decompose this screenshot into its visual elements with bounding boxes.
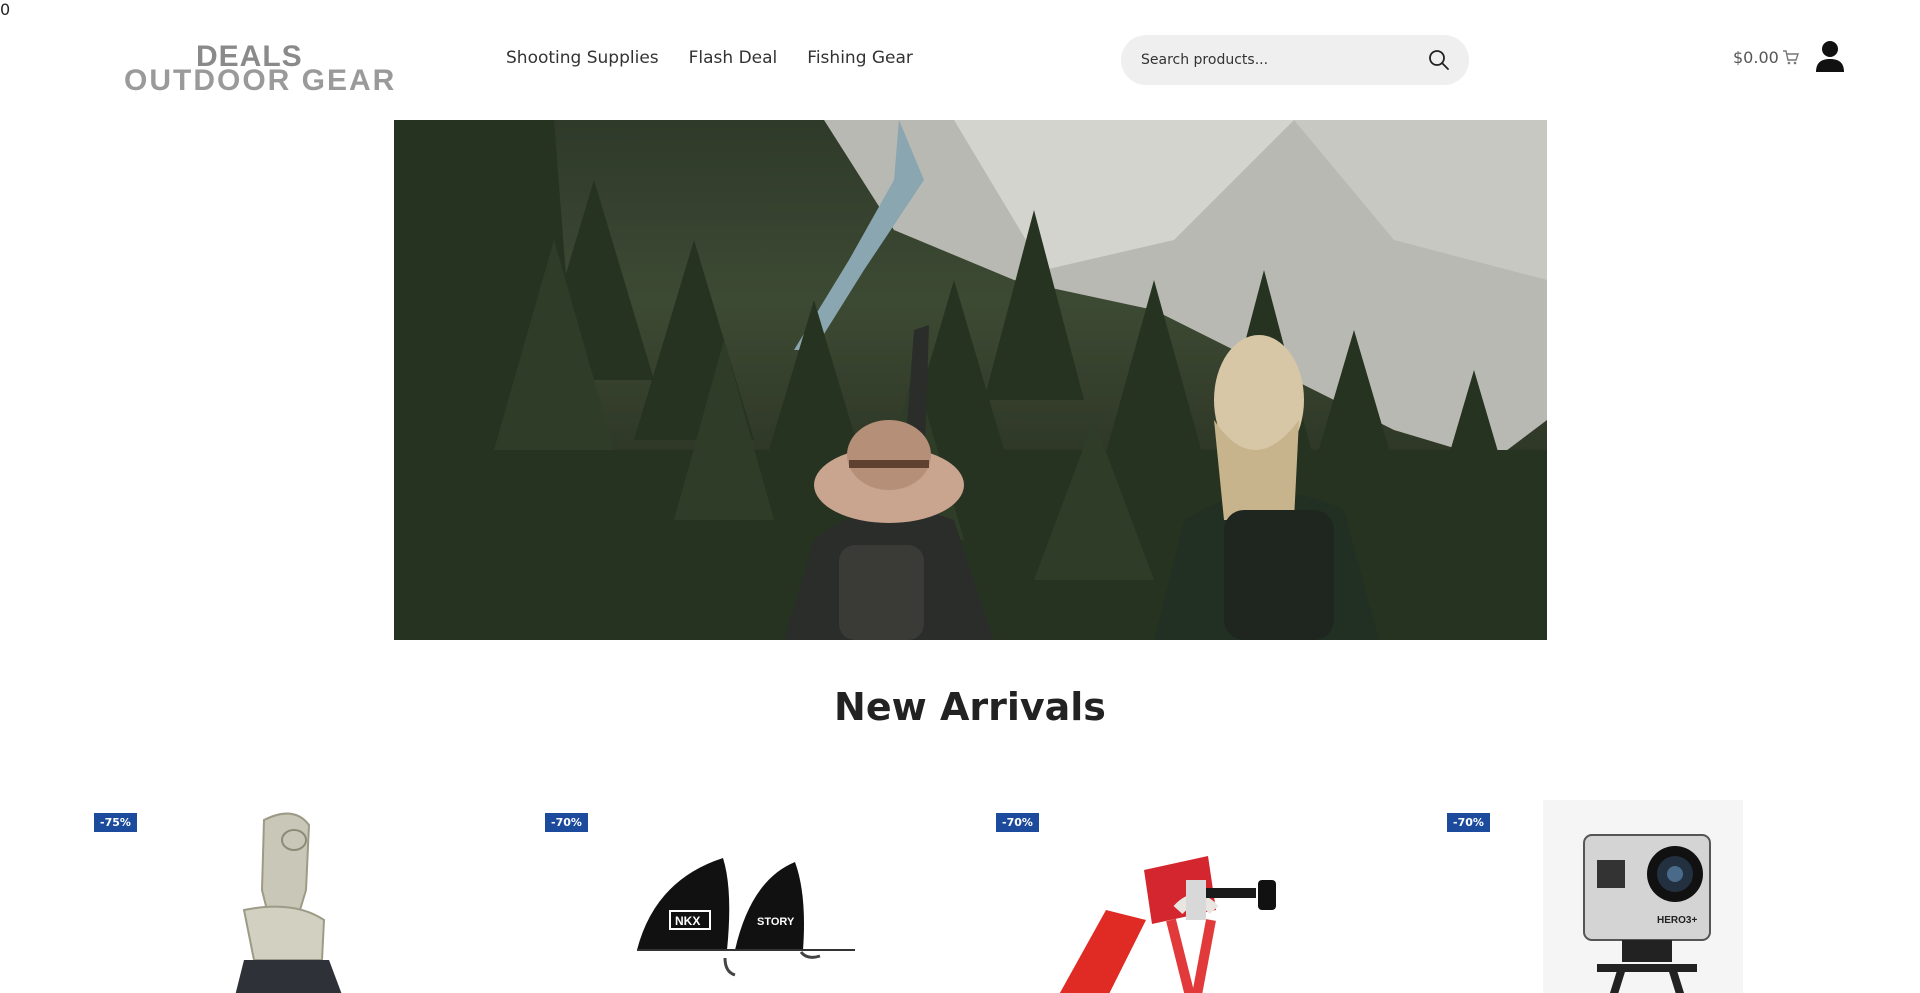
user-account-icon[interactable] <box>1815 40 1845 72</box>
action-camera-icon: HERO3+ <box>1543 800 1743 993</box>
site-logo[interactable]: DEALS OUTDOOR GEAR <box>124 40 394 97</box>
section-title-new-arrivals: New Arrivals <box>834 685 1106 729</box>
cart-count-badge: 0 <box>0 0 11 19</box>
hikers-in-forest-image <box>394 120 1547 640</box>
product-card[interactable]: -75% <box>94 800 514 993</box>
product-grid: -75% -70% NKX STORY -70% -70% HERO3+ <box>0 800 1920 993</box>
svg-text:STORY: STORY <box>757 916 795 928</box>
nav-fishing-gear[interactable]: Fishing Gear <box>807 48 913 68</box>
main-nav: Shooting Supplies Flash Deal Fishing Gea… <box>506 48 913 68</box>
search-bar <box>1121 35 1469 85</box>
logo-bottom-text: OUTDOOR GEAR <box>124 64 397 97</box>
product-card[interactable]: -70% NKX STORY <box>545 800 965 993</box>
cart-button[interactable]: $0.00 <box>1733 48 1800 67</box>
nav-shooting-supplies[interactable]: Shooting Supplies <box>506 48 659 68</box>
cart-amount: $0.00 <box>1733 48 1779 67</box>
product-card[interactable]: -70% HERO3+ <box>1447 800 1867 993</box>
search-icon[interactable] <box>1427 48 1451 72</box>
svg-text:NKX: NKX <box>675 914 700 928</box>
hero-banner[interactable] <box>394 120 1547 640</box>
nav-flash-deal[interactable]: Flash Deal <box>689 48 778 68</box>
cart-icon <box>1782 49 1799 64</box>
site-header: DEALS OUTDOOR GEAR Shooting Supplies Fla… <box>0 0 1920 120</box>
snowboard-binding-icon <box>235 812 342 993</box>
svg-text:HERO3+: HERO3+ <box>1657 915 1697 926</box>
product-card[interactable]: -70% <box>996 800 1416 993</box>
paddleboard-fins-icon: NKX STORY <box>637 858 855 977</box>
search-input[interactable] <box>1141 49 1421 71</box>
camera-mount-kit-icon <box>1059 856 1276 993</box>
